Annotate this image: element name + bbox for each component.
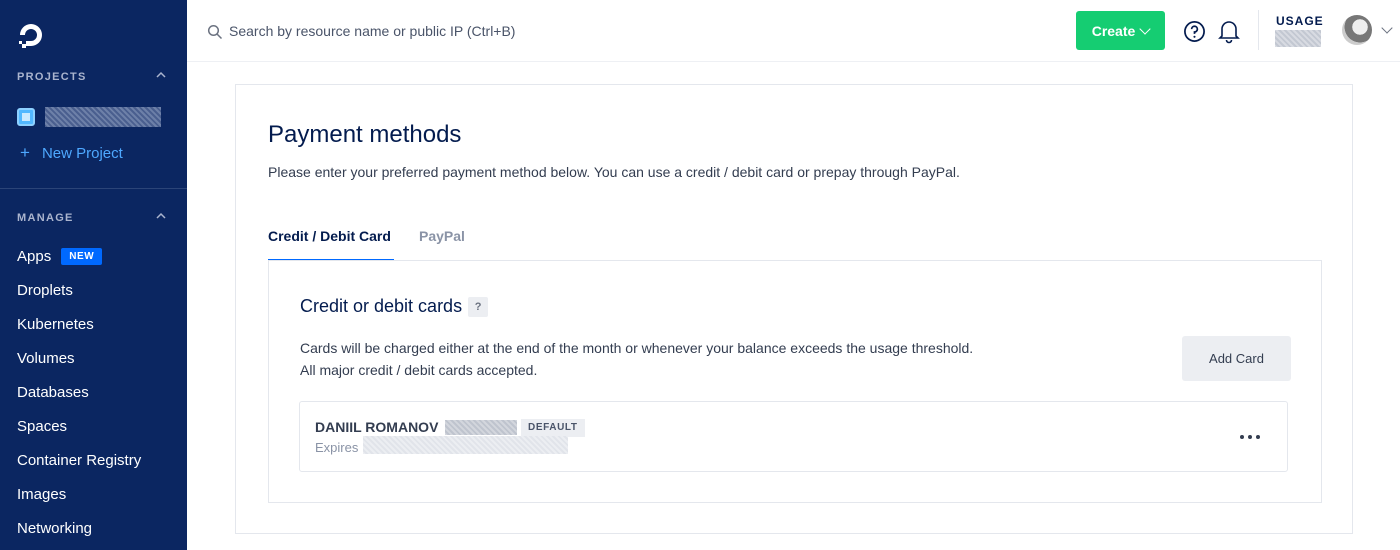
cards-section-title: Credit or debit cards? (300, 296, 489, 317)
projects-heading-label: PROJECTS (17, 71, 87, 83)
page-description: Please enter your preferred payment meth… (268, 164, 960, 180)
sidebar: PROJECTS + New Project MANAGE Apps NEW Dro… (0, 0, 187, 550)
digitalocean-logo-icon[interactable] (16, 20, 46, 50)
cards-section-description: Cards will be charged either at the end … (300, 340, 974, 378)
new-project-link[interactable]: + New Project (20, 143, 123, 163)
sidebar-item-networking[interactable]: Networking (17, 520, 92, 537)
chevron-up-icon[interactable] (155, 69, 167, 81)
bell-icon[interactable] (1217, 18, 1241, 44)
plus-icon: + (20, 143, 30, 162)
sidebar-project-item[interactable] (17, 107, 177, 127)
usage-label[interactable]: USAGE (1276, 14, 1324, 28)
help-icon[interactable] (1183, 20, 1206, 43)
page-title: Payment methods (268, 121, 462, 148)
create-button[interactable]: Create (1076, 11, 1165, 50)
usage-value-redacted (1275, 30, 1321, 47)
chevron-up-icon[interactable] (155, 210, 167, 222)
sidebar-item-container-registry[interactable]: Container Registry (17, 452, 141, 469)
search-input[interactable] (229, 20, 649, 42)
chevron-down-icon (1139, 22, 1151, 35)
help-tooltip-icon[interactable]: ? (468, 297, 489, 317)
more-options-icon[interactable] (1238, 428, 1262, 446)
sidebar-item-label: Apps (17, 248, 52, 265)
tab-paypal[interactable]: PayPal (419, 228, 465, 261)
tab-credit-debit-card[interactable]: Credit / Debit Card (268, 228, 394, 261)
card-number-redacted (445, 420, 517, 435)
saved-card-row: DANIIL ROMANOV DEFAULT Expires (299, 401, 1288, 472)
default-badge: DEFAULT (521, 419, 585, 437)
card-holder-name: DANIIL ROMANOV (315, 419, 439, 435)
create-button-label: Create (1091, 22, 1136, 39)
new-badge: NEW (61, 248, 103, 265)
topbar-divider (1258, 10, 1259, 50)
manage-heading-label: MANAGE (17, 212, 74, 224)
project-name-redacted (45, 107, 161, 127)
card-expiry-redacted (363, 436, 568, 454)
sidebar-item-droplets[interactable]: Droplets (17, 282, 73, 299)
projects-heading: PROJECTS (17, 71, 166, 83)
search-icon (207, 24, 223, 40)
sidebar-item-apps[interactable]: Apps NEW (17, 248, 103, 265)
add-card-button[interactable]: Add Card (1182, 336, 1291, 381)
sidebar-item-spaces[interactable]: Spaces (17, 418, 67, 435)
sidebar-item-kubernetes[interactable]: Kubernetes (17, 316, 94, 333)
payment-methods-card: Payment methods Please enter your prefer… (235, 84, 1353, 534)
avatar[interactable] (1342, 15, 1372, 45)
cards-panel: Credit or debit cards? Cards will be cha… (268, 260, 1322, 503)
sidebar-item-databases[interactable]: Databases (17, 384, 89, 401)
manage-heading: MANAGE (17, 212, 166, 224)
sidebar-item-images[interactable]: Images (17, 486, 66, 503)
chevron-down-icon[interactable] (1381, 22, 1393, 34)
new-project-label: New Project (41, 145, 123, 162)
project-icon (17, 108, 35, 126)
card-expires-label: Expires (315, 440, 359, 455)
sidebar-divider (0, 188, 187, 189)
top-bar: Create USAGE (187, 0, 1400, 62)
cards-section-title-label: Credit or debit cards (300, 296, 463, 316)
sidebar-item-volumes[interactable]: Volumes (17, 350, 75, 367)
